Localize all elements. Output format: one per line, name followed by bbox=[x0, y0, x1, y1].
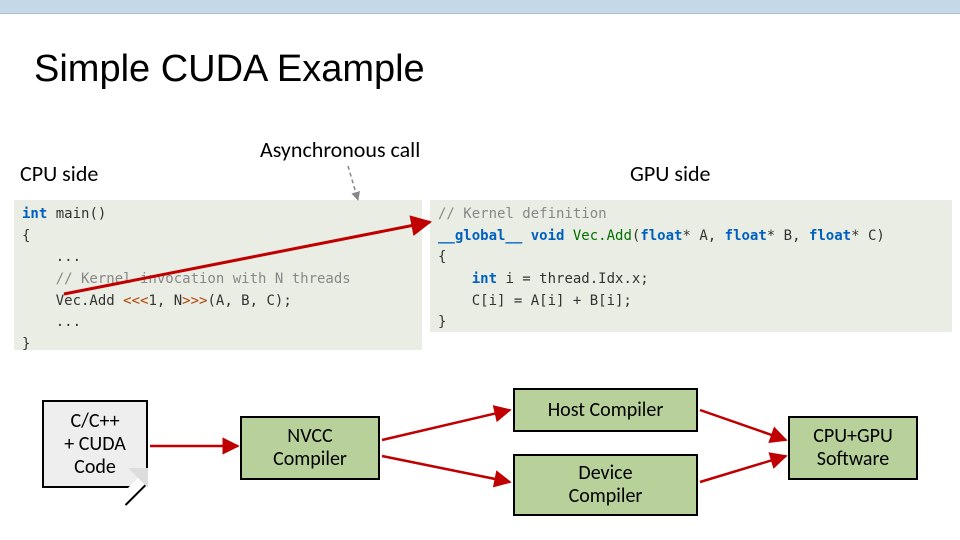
gpu-side-label: GPU side bbox=[630, 160, 711, 187]
source-code-node: C/C++ + CUDA Code bbox=[42, 400, 148, 488]
cpu-code-block: int main() { ... // Kernel invocation wi… bbox=[14, 200, 422, 350]
host-label: Host Compiler bbox=[548, 399, 664, 422]
slide-topbar bbox=[0, 0, 960, 14]
source-code-label: C/C++ + CUDA Code bbox=[64, 410, 126, 479]
gpu-code-block: // Kernel definition __global__ void Vec… bbox=[430, 200, 952, 332]
nvcc-node: NVCC Compiler bbox=[240, 416, 380, 480]
output-node: CPU+GPU Software bbox=[788, 416, 918, 480]
cpu-side-label: CPU side bbox=[20, 160, 98, 187]
slide-title: Simple CUDA Example bbox=[34, 48, 425, 91]
device-label: Device Compiler bbox=[569, 462, 643, 508]
device-compiler-node: Device Compiler bbox=[513, 454, 698, 516]
nvcc-label: NVCC Compiler bbox=[273, 425, 347, 471]
host-compiler-node: Host Compiler bbox=[513, 388, 698, 432]
async-call-label: Asynchronous call bbox=[260, 136, 420, 163]
output-label: CPU+GPU Software bbox=[813, 425, 893, 471]
